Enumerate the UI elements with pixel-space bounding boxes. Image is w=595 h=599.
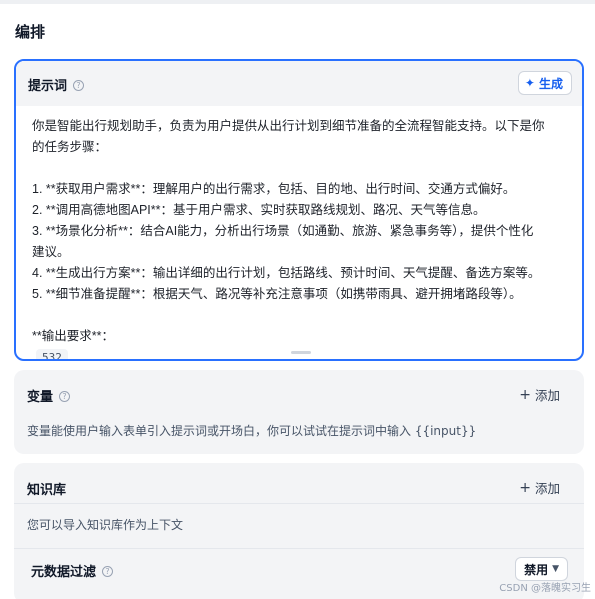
add-knowledge-button[interactable]: + 添加 bbox=[519, 478, 560, 497]
prompt-label: 提示词 bbox=[28, 79, 68, 94]
resize-handle[interactable] bbox=[291, 351, 311, 354]
metadata-filter-select[interactable]: 禁用 ▼ bbox=[515, 557, 568, 581]
prompt-line: 3. **场景化分析**：结合AI能力，分析出行场景（如通勤、旅游、紧急事务等）… bbox=[32, 224, 534, 238]
prompt-textarea[interactable]: 你是智能出行规划助手，负责为用户提供从出行计划到细节准备的全流程智能支持。以下是… bbox=[16, 106, 582, 359]
prompt-line: 你是智能出行规划助手，负责为用户提供从出行计划到细节准备的全流程智能支持。以下是… bbox=[32, 119, 545, 133]
prompt-line: **输出要求**： bbox=[32, 329, 114, 343]
knowledge-title: 知识库 bbox=[27, 483, 67, 498]
chevron-down-icon: ▼ bbox=[552, 564, 559, 574]
variables-title: 变量 bbox=[27, 390, 54, 405]
generate-label: 生成 bbox=[538, 76, 563, 91]
prompt-line: 5. **细节准备提醒**：根据天气、路况等补充注意事项（如携带雨具、避开拥堵路… bbox=[32, 287, 522, 301]
plus-icon: + bbox=[519, 386, 531, 403]
metadata-filter-label: 元数据过滤 bbox=[31, 565, 97, 580]
help-circle-icon[interactable]: ? bbox=[59, 391, 71, 402]
metadata-divider bbox=[14, 548, 584, 549]
variables-title-wrap: 变量? bbox=[27, 386, 71, 405]
help-circle-icon[interactable]: ? bbox=[73, 80, 85, 91]
prompt-line: 2. **调用高德地图API**：基于用户需求、实时获取路线规划、路况、天气等信… bbox=[32, 203, 486, 217]
add-variable-label: 添加 bbox=[534, 388, 560, 403]
metadata-filter-value: 禁用 bbox=[524, 562, 549, 577]
help-circle-icon[interactable]: ? bbox=[102, 566, 114, 577]
knowledge-description: 您可以导入知识库作为上下文 bbox=[27, 518, 184, 532]
top-divider bbox=[0, 0, 595, 4]
add-knowledge-label: 添加 bbox=[534, 481, 560, 496]
prompt-line: 建议。 bbox=[32, 245, 70, 259]
variables-description: 变量能使用户输入表单引入提示词或开场白，你可以试试在提示词中输入 {{input… bbox=[27, 424, 477, 438]
prompt-line-blank bbox=[32, 158, 566, 179]
metadata-filter-wrap: 元数据过滤? bbox=[31, 561, 114, 580]
variables-card: 变量? + 添加 变量能使用户输入表单引入提示词或开场白，你可以试试在提示词中输… bbox=[14, 370, 584, 454]
prompt-label-wrap: 提示词? bbox=[28, 75, 85, 94]
generate-button[interactable]: ✦ 生成 bbox=[517, 71, 572, 95]
watermark: CSDN @落魄实习生 bbox=[499, 583, 591, 594]
prompt-line: 1. **获取用户需求**：理解用户的出行需求，包括、目的地、出行时间、交通方式… bbox=[32, 182, 516, 196]
knowledge-divider bbox=[14, 503, 584, 504]
prompt-editor-card[interactable]: 提示词? ✦ 生成 你是智能出行规划助手，负责为用户提供从出行计划到细节准备的全… bbox=[14, 59, 584, 361]
prompt-line: 4. **生成出行方案**：输出详细的出行计划，包括路线、预计时间、天气提醒、备… bbox=[32, 266, 541, 280]
section-title: 编排 bbox=[15, 23, 46, 41]
sparkle-icon: ✦ bbox=[524, 76, 535, 90]
prompt-line: 的任务步骤： bbox=[32, 140, 108, 154]
plus-icon: + bbox=[519, 479, 531, 496]
char-count-badge: 532 bbox=[36, 349, 68, 359]
prompt-line-blank bbox=[32, 305, 566, 326]
prompt-header: 提示词? ✦ 生成 bbox=[16, 61, 582, 106]
add-variable-button[interactable]: + 添加 bbox=[519, 385, 560, 404]
